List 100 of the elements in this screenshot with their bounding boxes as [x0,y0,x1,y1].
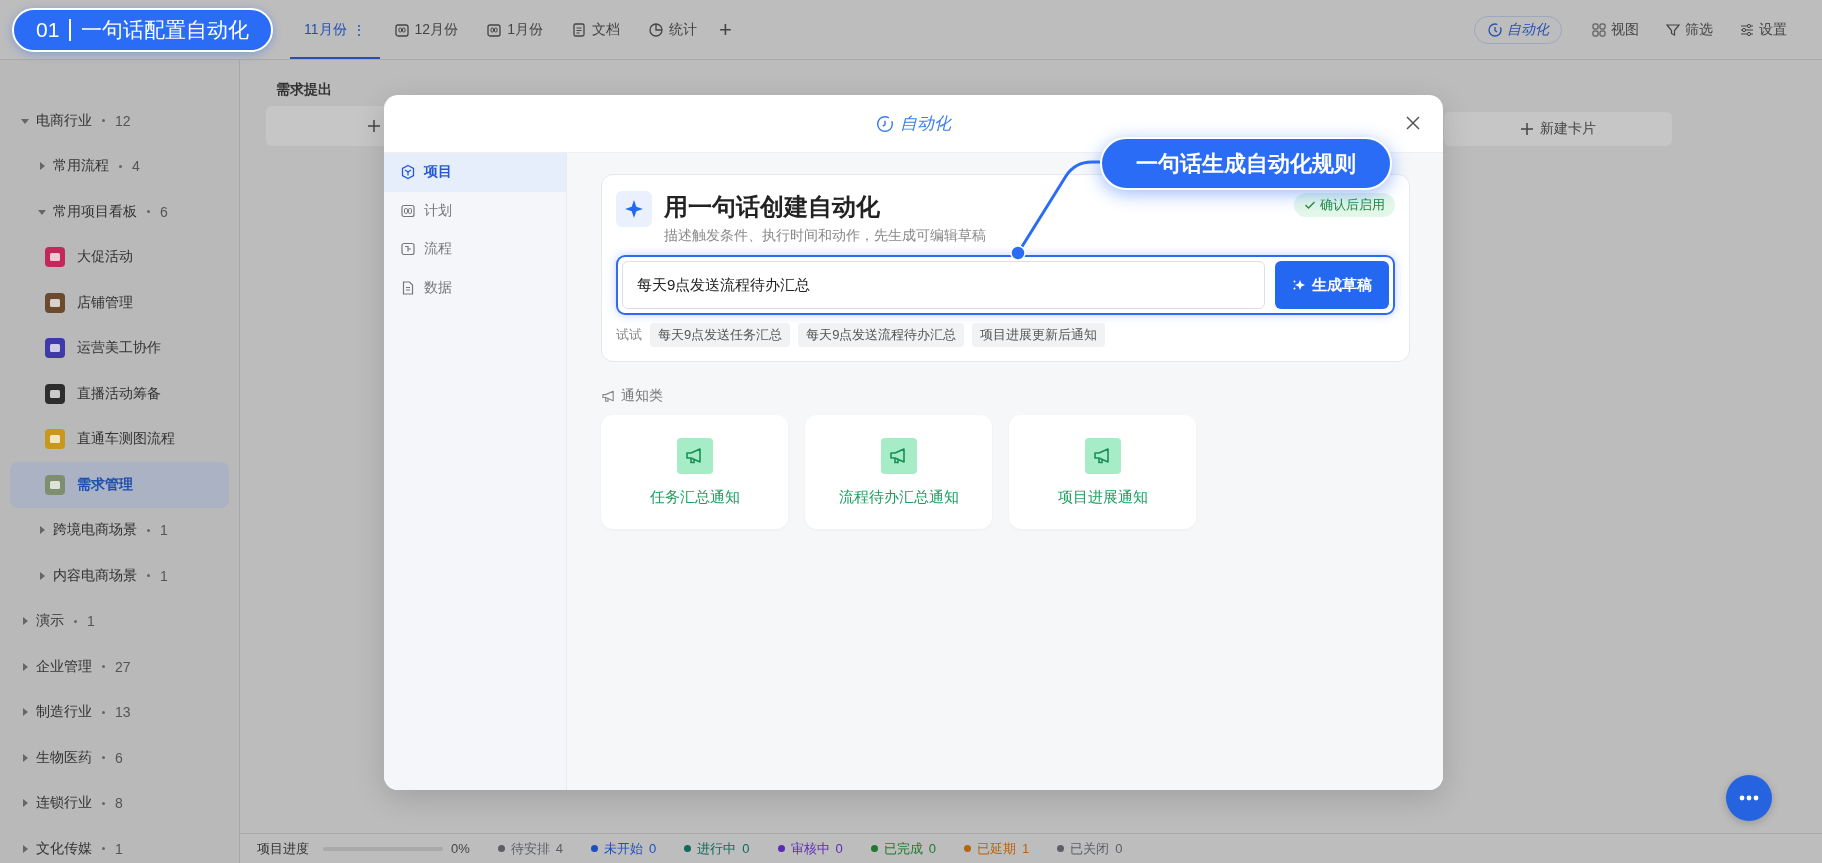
tab[interactable]: 1月份 [472,2,557,59]
step-badge: 01 一句话配置自动化 [12,8,273,52]
close-icon [1405,115,1421,131]
section-title: 通知类 [621,387,663,405]
status-count: 1 [1021,841,1030,856]
sidebar-item[interactable]: 直通车测图流程 [10,416,229,462]
sidebar-item[interactable]: 需求管理 [10,462,229,508]
sidebar-item[interactable]: 直播活动筹备 [10,371,229,417]
nav-item[interactable]: 项目 [384,153,566,192]
clock-icon [1487,21,1503,38]
caret-right-icon [37,570,47,581]
status-count: 0 [928,841,936,856]
suggestion-chip[interactable]: 每天9点发送任务汇总 [650,323,791,347]
dialog-title: 自动化 [900,113,951,135]
calendar-icon [486,21,503,38]
board-icon [45,429,65,450]
status-count: 0 [742,841,750,856]
status-label: 已完成 [883,839,923,858]
nav-item[interactable]: 计划 [384,191,566,230]
try-label: 试试 [616,326,642,344]
calendar-icon [393,21,410,38]
document-icon [570,21,587,38]
caret-right-icon [20,843,30,854]
nav-item[interactable]: 数据 [384,268,566,307]
status-label: 已关闭 [1070,839,1110,858]
status-label: 审核中 [790,839,830,858]
plus-icon [366,119,381,133]
status-count: 4 [555,841,564,856]
sparkle-icon [616,191,652,227]
caret-right-icon [20,707,30,718]
nav-item[interactable]: 流程 [384,230,566,269]
pie-chart-icon [647,21,664,38]
board-icon [45,474,65,495]
status-label: 进行中 [697,839,737,858]
composer-title: 用一句话创建自动化 [664,192,881,222]
sidebar-item[interactable]: 演示 1 [10,598,229,644]
status-count: 0 [1115,841,1123,856]
sidebar-item[interactable]: 大促活动 [10,234,229,280]
board-icon [45,383,65,404]
clock-icon [876,114,894,133]
column-title: 需求提出 [275,80,333,99]
caret-right-icon [20,798,30,809]
sidebar-item[interactable]: 店铺管理 [10,280,229,326]
suggestion-chip[interactable]: 每天9点发送流程待办汇总 [798,323,965,347]
board-icon [45,292,65,313]
plus-icon [1520,122,1534,136]
sidebar-item[interactable]: 常用流程 4 [10,143,229,189]
tab[interactable]: 文档 [556,2,634,59]
caret-right-icon [37,525,47,536]
settings-icon [1739,21,1755,38]
status-count: 0 [835,841,843,856]
status-label: 未开始 [604,839,644,858]
callout-label: 一句话生成自动化规则 [1100,137,1392,190]
new-card-button[interactable]: 新建卡片 [1444,112,1672,146]
sidebar-item[interactable]: 内容电商场景 1 [10,553,229,599]
status-count: 0 [649,841,657,856]
more-icon [1739,795,1759,801]
toolbar-button[interactable]: 筛选 [1652,15,1726,44]
megaphone-icon [1084,437,1121,474]
tab[interactable]: 12月份 [379,2,473,59]
tab[interactable]: 统计 [633,2,711,59]
board-icon [45,247,65,268]
sidebar-item[interactable]: 电商行业 12 [10,98,229,144]
status-label: 待安排 [510,839,550,858]
caret-right-icon [37,161,47,172]
caret-right-icon [20,661,30,672]
document-icon [400,279,416,296]
status-label: 已延期 [976,839,1016,858]
sidebar-item[interactable]: 文化传媒 1 [10,826,229,863]
sidebar-item[interactable]: 运营美工协作 [10,325,229,371]
sparkle-icon [1292,278,1306,292]
sidebar-item[interactable]: 生物医药 6 [10,735,229,781]
flow-icon [400,241,416,258]
sidebar-item[interactable]: 跨境电商场景 1 [10,507,229,553]
filter-icon [1665,21,1681,38]
caret-right-icon [20,616,30,627]
sidebar-item[interactable]: 制造行业 13 [10,689,229,735]
toolbar-button[interactable]: 视图 [1578,15,1652,44]
suggestion-chip[interactable]: 项目进展更新后通知 [972,323,1106,347]
template-card[interactable]: 任务汇总通知 [601,415,788,529]
megaphone-icon [601,388,616,404]
progress-label: 项目进度 [257,839,309,858]
status-badge: 确认后启用 [1294,193,1395,217]
sidebar-item[interactable]: 企业管理 27 [10,644,229,690]
board-icon [45,338,65,359]
add-tab-button[interactable]: + [710,0,740,59]
input-field[interactable]: 每天9点发送流程待办汇总 [622,261,1265,309]
template-card[interactable]: 流程待办汇总通知 [805,415,992,529]
grid-icon [1591,21,1607,38]
megaphone-icon [880,437,917,474]
check-icon [1304,199,1316,211]
caret-right-icon [20,752,30,763]
sidebar-item[interactable]: 常用项目看板 6 [10,189,229,235]
template-card[interactable]: 项目进展通知 [1009,415,1196,529]
calendar-icon [400,202,416,219]
cube-icon [400,164,416,181]
megaphone-icon [676,437,713,474]
sidebar-item[interactable]: 连锁行业 8 [10,780,229,826]
generate-button[interactable]: 生成草稿 [1275,261,1389,309]
toolbar-button[interactable]: 设置 [1726,15,1800,44]
